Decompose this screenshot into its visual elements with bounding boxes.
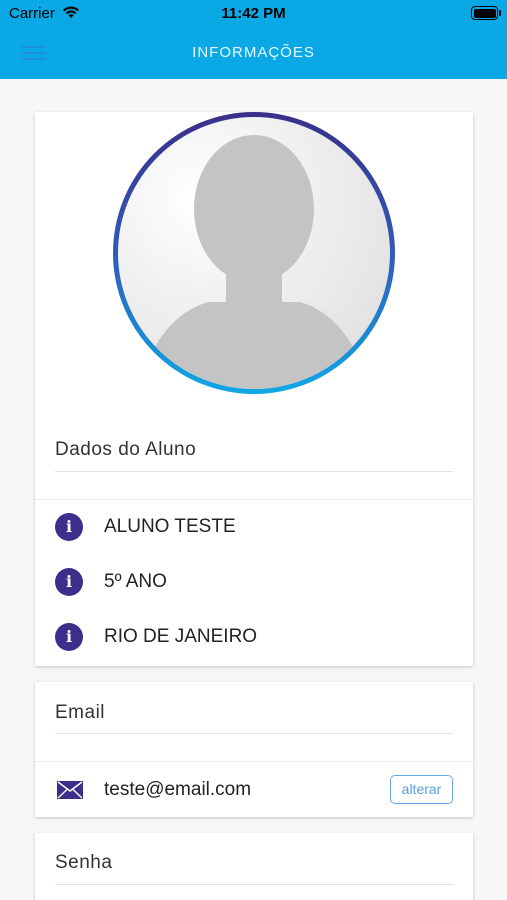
student-name-row: i ALUNO TESTE [55,512,453,542]
info-icon: i [55,623,83,651]
divider [35,499,473,500]
divider [55,884,453,885]
avatar-image [118,117,390,389]
top-bar: Carrier 11:42 PM INFORMAÇÕES [0,0,507,79]
email-value: teste@email.com [104,779,252,800]
change-email-button[interactable]: alterar [390,775,453,804]
student-section-title: Dados do Aluno [55,439,197,460]
nav-bar: INFORMAÇÕES [0,30,507,74]
info-icon: i [55,513,83,541]
student-card: Dados do Aluno i ALUNO TESTE i 5º ANO i … [35,112,473,666]
student-city-row: i RIO DE JANEIRO [55,622,453,652]
clock: 11:42 PM [221,5,286,22]
divider [55,733,453,734]
student-city: RIO DE JANEIRO [104,626,258,647]
student-name: ALUNO TESTE [104,516,236,537]
status-bar: Carrier 11:42 PM [0,0,507,28]
divider [35,761,473,762]
avatar [113,112,395,394]
battery-icon [471,6,498,20]
password-section-title: Senha [55,852,113,873]
person-silhouette-icon [138,135,370,389]
battery-tip [499,10,501,16]
mail-icon [57,781,83,799]
divider [55,471,453,472]
student-grade: 5º ANO [104,571,167,592]
email-section-title: Email [55,702,106,723]
page-title: INFORMAÇÕES [192,44,315,61]
info-icon: i [55,568,83,596]
password-card: Senha [35,833,473,900]
student-grade-row: i 5º ANO [55,567,453,597]
email-card: Email teste@email.com alterar [35,682,473,817]
